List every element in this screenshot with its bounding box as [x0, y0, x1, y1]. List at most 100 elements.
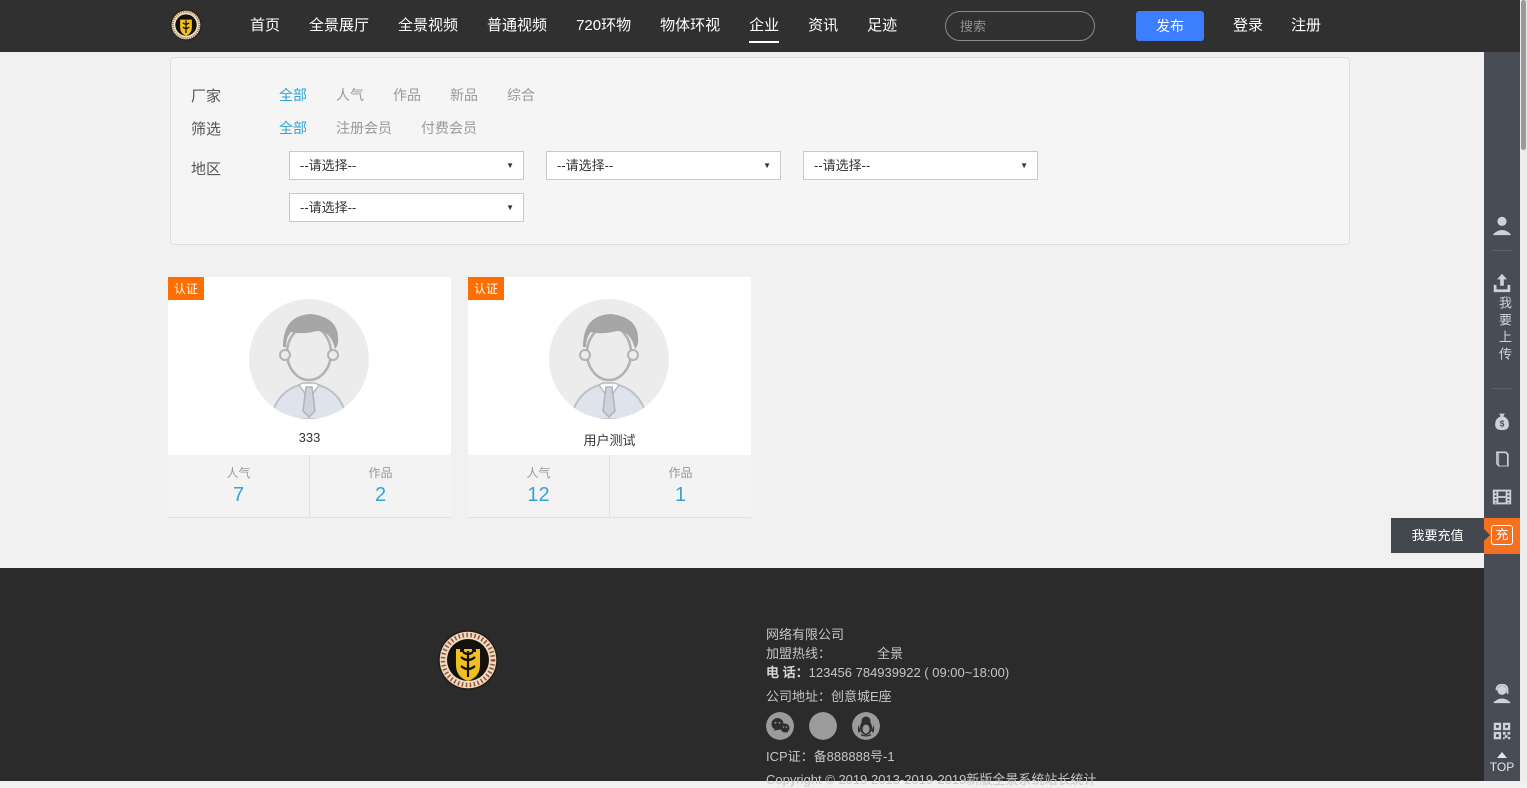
site-logo-icon[interactable] — [170, 9, 202, 41]
top-label: TOP — [1490, 760, 1514, 774]
avatar — [249, 299, 369, 419]
footer: 网络有限公司 加盟热线： 全景 电 话：123456 784939922 ( 09… — [0, 568, 1484, 781]
footer-phone: 电 话：123456 784939922 ( 09:00~18:00) — [766, 666, 1096, 680]
stat-value: 1 — [610, 484, 751, 507]
stat-value: 12 — [468, 484, 609, 507]
search-input[interactable] — [945, 11, 1095, 41]
stat-label: 作品 — [610, 464, 751, 481]
chevron-down-icon: ▼ — [506, 194, 514, 221]
stat-works: 作品 1 — [609, 455, 751, 517]
region-select-city[interactable]: --请选择-- ▼ — [546, 151, 781, 180]
stat-label: 人气 — [168, 464, 309, 481]
footer-hotline: 加盟热线： 全景 — [766, 647, 1096, 661]
region-select-province-value: --请选择-- — [300, 158, 356, 173]
wechat-icon[interactable] — [766, 712, 794, 740]
login-link[interactable]: 登录 — [1233, 0, 1263, 52]
footer-company: 网络有限公司 — [766, 628, 1096, 642]
filter-member-registered[interactable]: 注册会员 — [336, 118, 392, 138]
publish-button[interactable]: 发布 — [1136, 11, 1204, 41]
chevron-down-icon: ▼ — [506, 152, 514, 179]
filter-maker-all[interactable]: 全部 — [279, 85, 307, 105]
region-select-province[interactable]: --请选择-- ▼ — [289, 151, 524, 180]
divider — [1492, 250, 1512, 251]
member-card[interactable]: 认证 用户测试 人气 12 作品 1 — [468, 277, 751, 518]
top-navbar: 首页 全景展厅 全景视频 普通视频 720环物 物体环视 企业 资讯 足迹 发布… — [0, 0, 1520, 52]
stat-popularity: 人气 7 — [168, 455, 309, 517]
nav-item-pano-video[interactable]: 全景视频 — [398, 0, 458, 52]
certified-badge: 认证 — [168, 277, 204, 300]
stat-works: 作品 2 — [309, 455, 451, 517]
region-select-district[interactable]: --请选择-- ▼ — [803, 151, 1038, 180]
footer-logo-icon — [438, 630, 498, 690]
footer-phone-label: 电 话： — [766, 665, 809, 680]
nav-item-object-view[interactable]: 物体环视 — [660, 0, 720, 52]
footer-info: 网络有限公司 加盟热线： 全景 电 话：123456 784939922 ( 09… — [766, 628, 1096, 788]
certified-badge: 认证 — [468, 277, 504, 300]
member-card-top: 认证 用户测试 — [468, 277, 751, 455]
album-icon[interactable] — [1484, 448, 1520, 470]
user-icon[interactable] — [1484, 214, 1520, 236]
recharge-tooltip: 我要充值 — [1391, 518, 1484, 553]
stat-value: 7 — [168, 484, 309, 507]
page-scrollbar[interactable] — [1520, 0, 1527, 781]
nav-item-pano-hall[interactable]: 全景展厅 — [309, 0, 369, 52]
stat-label: 人气 — [468, 464, 609, 481]
nav-item-enterprise[interactable]: 企业 — [749, 0, 779, 52]
filter-label-member: 筛选 — [191, 118, 261, 139]
footer-address: 公司地址：创意城E座 — [766, 690, 1096, 704]
film-icon[interactable] — [1484, 486, 1520, 508]
back-to-top-button[interactable]: TOP — [1484, 752, 1520, 774]
region-select-street-value: --请选择-- — [300, 200, 356, 215]
footer-hotline-label: 加盟热线： — [766, 646, 831, 661]
footer-hotline-value: 全景 — [877, 646, 903, 661]
divider — [1492, 388, 1512, 389]
footer-copyright: Copyright © 2019 2013-2019-2019新版全景系统站长统… — [766, 769, 1096, 788]
region-select-street[interactable]: --请选择-- ▼ — [289, 193, 524, 222]
filter-maker-popularity[interactable]: 人气 — [336, 85, 364, 105]
main-content: 厂家 全部 人气 作品 新品 综合 筛选 全部 注册会员 付费会员 地区 --请… — [0, 52, 1484, 568]
avatar — [549, 299, 669, 419]
svg-text:$: $ — [1500, 420, 1505, 429]
region-select-district-value: --请选择-- — [814, 158, 870, 173]
footer-icp: ICP证：备888888号-1 — [766, 750, 1096, 764]
weibo-icon[interactable] — [809, 712, 837, 740]
stat-popularity: 人气 12 — [468, 455, 609, 517]
filter-maker-new[interactable]: 新品 — [450, 85, 478, 105]
filter-row-member: 全部 注册会员 付费会员 — [279, 118, 506, 138]
customer-service-icon[interactable] — [1484, 682, 1520, 704]
upload-icon[interactable] — [1484, 272, 1520, 294]
stat-label: 作品 — [310, 464, 451, 481]
main-menu: 首页 全景展厅 全景视频 普通视频 720环物 物体环视 企业 资讯 足迹 — [250, 0, 926, 52]
filter-row-maker: 全部 人气 作品 新品 综合 — [279, 85, 564, 105]
nav-item-720-object[interactable]: 720环物 — [576, 0, 631, 52]
nav-item-news[interactable]: 资讯 — [808, 0, 838, 52]
qq-icon[interactable] — [852, 712, 880, 740]
money-bag-icon[interactable]: $ — [1484, 410, 1520, 432]
scrollbar-thumb[interactable] — [1521, 0, 1526, 150]
filter-maker-comprehensive[interactable]: 综合 — [507, 85, 535, 105]
filter-member-paid[interactable]: 付费会员 — [421, 118, 477, 138]
right-rail: 我要上传 $ 充 TOP — [1484, 52, 1520, 781]
region-select-city-value: --请选择-- — [557, 158, 613, 173]
stat-value: 2 — [310, 484, 451, 507]
footer-phone-value: 123456 784939922 ( 09:00~18:00) — [809, 665, 1010, 680]
filter-panel: 厂家 全部 人气 作品 新品 综合 筛选 全部 注册会员 付费会员 地区 --请… — [170, 57, 1350, 245]
member-name: 333 — [168, 430, 451, 445]
filter-label-maker: 厂家 — [191, 85, 261, 106]
register-link[interactable]: 注册 — [1291, 0, 1321, 52]
member-card-top: 认证 333 — [168, 277, 451, 455]
qr-code-icon[interactable] — [1484, 720, 1520, 742]
filter-label-region: 地区 — [191, 158, 261, 179]
nav-item-home[interactable]: 首页 — [250, 0, 280, 52]
filter-member-all[interactable]: 全部 — [279, 118, 307, 138]
member-card[interactable]: 认证 333 人气 7 作品 2 — [168, 277, 451, 518]
nav-item-normal-video[interactable]: 普通视频 — [487, 0, 547, 52]
nav-item-footprints[interactable]: 足迹 — [867, 0, 897, 52]
recharge-icon: 充 — [1491, 525, 1512, 545]
member-stats: 人气 12 作品 1 — [468, 455, 751, 518]
chevron-down-icon: ▼ — [763, 152, 771, 179]
member-stats: 人气 7 作品 2 — [168, 455, 451, 518]
filter-maker-works[interactable]: 作品 — [393, 85, 421, 105]
up-arrow-icon — [1497, 752, 1507, 758]
member-name: 用户测试 — [468, 430, 751, 449]
